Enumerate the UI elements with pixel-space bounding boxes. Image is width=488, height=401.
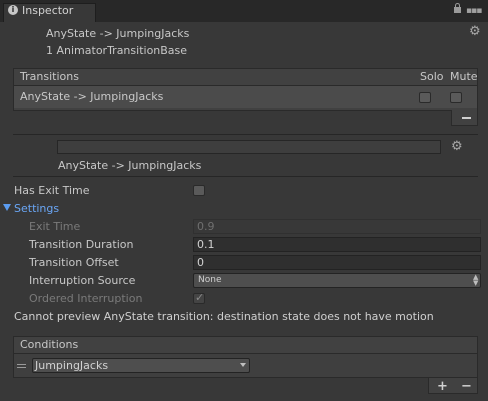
settings-foldout[interactable]: Settings [14,202,59,215]
mute-label: Mute [450,70,478,83]
menu-icon[interactable]: ▪▪▪ [466,6,482,16]
transition-name-label: AnyState -> JumpingJacks [58,159,202,172]
transition-offset-field[interactable]: 0 [193,255,481,270]
transitions-title: Transitions [20,70,79,83]
info-icon: i [8,5,18,15]
conditions-title: Conditions [20,338,79,351]
page-subtitle: 1 AnimatorTransitionBase [46,44,188,57]
minus-icon [462,112,472,122]
interruption-source-dropdown[interactable] [193,273,481,288]
has-exit-time-checkbox[interactable] [193,185,205,196]
mute-checkbox[interactable] [450,92,462,103]
ordered-interruption-label: Ordered Interruption [29,292,143,305]
exit-time-label: Exit Time [29,220,81,233]
lock-icon[interactable] [454,3,461,13]
condition-parameter-value: JumpingJacks [35,359,109,372]
page-title: AnyState -> JumpingJacks [46,27,190,40]
transitions-header [13,68,478,86]
gear-icon[interactable]: ⚙ [451,139,463,154]
gear-icon[interactable]: ⚙ [469,24,481,39]
transition-row-label: AnyState -> JumpingJacks [20,90,164,103]
transition-name-field[interactable] [57,140,441,154]
divider [13,134,478,135]
transition-duration-label: Transition Duration [29,238,134,251]
transition-offset-label: Transition Offset [29,256,119,269]
checkmark-icon: ✓ [195,291,205,304]
solo-checkbox[interactable] [419,92,431,103]
divider [13,176,478,177]
expand-arrow-icon[interactable] [3,204,11,211]
tab-label: Inspector [22,4,74,17]
chevron-down-icon [240,363,246,367]
has-exit-time-label: Has Exit Time [14,184,90,197]
drag-handle-icon[interactable] [17,363,26,369]
transition-duration-field[interactable]: 0.1 [193,237,481,252]
conditions-header [13,336,478,354]
exit-time-field: 0.9 [193,219,481,234]
transitions-footer [13,108,478,111]
updown-arrow-icon: ▲ ▼ [473,273,479,287]
solo-label: Solo [420,70,444,83]
preview-message: Cannot preview AnyState transition: dest… [14,310,434,323]
remove-condition-button[interactable]: − [461,379,472,394]
add-condition-button[interactable]: + [437,379,448,394]
interruption-source-label: Interruption Source [29,274,136,287]
interruption-source-value: None [198,275,222,285]
